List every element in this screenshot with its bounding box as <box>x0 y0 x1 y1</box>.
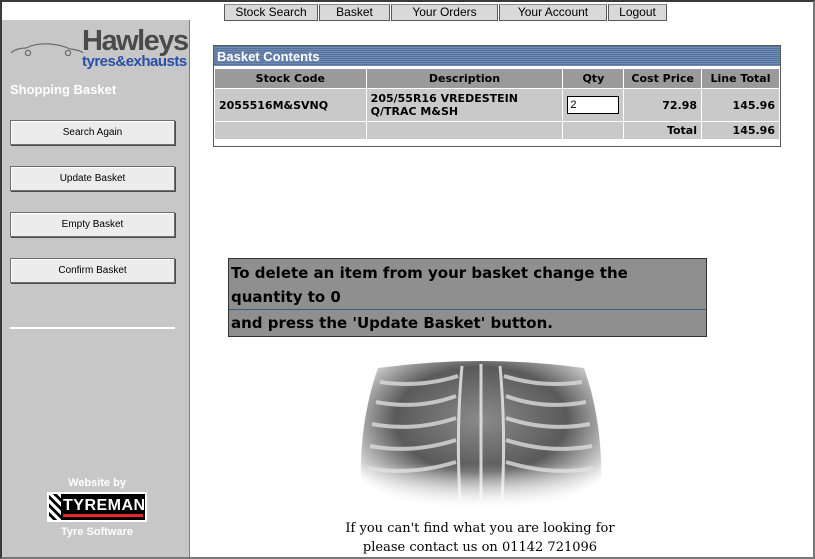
instruction-line-2: and press the 'Update Basket' button. <box>231 314 553 332</box>
tyreman-logo-text: TYREMAN <box>63 497 146 514</box>
tab-logout[interactable]: Logout <box>608 4 667 21</box>
total-value: 145.96 <box>702 122 779 139</box>
column-header-line-total: Line Total <box>702 69 779 88</box>
total-row: Total 145.96 <box>215 122 779 139</box>
basket-title: Basket Contents <box>214 46 780 66</box>
tyre-software-label: Tyre Software <box>61 526 133 538</box>
sidebar: Hawleys tyres&exhausts Shopping Basket S… <box>2 20 190 557</box>
empty-cell <box>215 122 366 139</box>
cost-price-cell: 72.98 <box>624 89 702 121</box>
tab-your-orders[interactable]: Your Orders <box>391 4 498 21</box>
empty-basket-button[interactable]: Empty Basket <box>10 212 175 237</box>
contact-line-2: please contact us on 01142 721096 <box>362 540 598 555</box>
description-cell: 205/55R16 VREDESTEIN Q/TRAC M&SH <box>366 89 563 121</box>
tab-stock-search[interactable]: Stock Search <box>224 4 318 21</box>
stock-code-cell: 2055516M&SVNQ <box>215 89 366 121</box>
confirm-basket-button[interactable]: Confirm Basket <box>10 258 175 283</box>
website-credit: Website by TYREMAN Tyre Software <box>42 477 152 539</box>
empty-cell <box>366 122 563 139</box>
sidebar-divider <box>10 327 175 329</box>
tyre-tread-image <box>350 360 612 508</box>
total-label: Total <box>624 122 702 139</box>
hawleys-logo[interactable]: Hawleys tyres&exhausts <box>6 24 189 76</box>
sidebar-heading: Shopping Basket <box>10 82 117 97</box>
basket-contents-panel: Basket Contents Stock Code Description Q… <box>213 45 781 147</box>
update-basket-button[interactable]: Update Basket <box>10 166 175 191</box>
tyreman-logo[interactable]: TYREMAN <box>47 492 147 522</box>
column-header-stock-code: Stock Code <box>215 69 366 88</box>
search-again-button[interactable]: Search Again <box>10 120 175 145</box>
basket-table: Stock Code Description Qty Cost Price Li… <box>214 68 780 140</box>
checkered-flag-icon <box>49 494 61 520</box>
contact-message: If you can't find what you are looking f… <box>300 519 660 557</box>
logo-tagline-text: tyres&exhausts <box>82 53 187 70</box>
quantity-input[interactable] <box>567 96 620 114</box>
delete-instructions-box: To delete an item from your basket chang… <box>228 258 707 337</box>
column-header-cost-price: Cost Price <box>624 69 702 88</box>
line-total-cell: 145.96 <box>702 89 779 121</box>
car-silhouette-icon <box>10 43 84 56</box>
tab-basket[interactable]: Basket <box>319 4 390 21</box>
empty-cell <box>563 122 624 139</box>
logo-underline <box>63 514 143 517</box>
website-by-label: Website by <box>68 477 126 489</box>
contact-line-1: If you can't find what you are looking f… <box>345 521 615 536</box>
qty-cell <box>563 89 624 121</box>
column-header-description: Description <box>366 69 563 88</box>
tab-your-account[interactable]: Your Account <box>499 4 607 21</box>
table-row: 2055516M&SVNQ 205/55R16 VREDESTEIN Q/TRA… <box>215 89 779 121</box>
instruction-divider <box>229 309 706 310</box>
column-header-qty: Qty <box>563 69 624 88</box>
instruction-line-1: To delete an item from your basket chang… <box>231 264 628 306</box>
table-header-row: Stock Code Description Qty Cost Price Li… <box>215 69 779 88</box>
